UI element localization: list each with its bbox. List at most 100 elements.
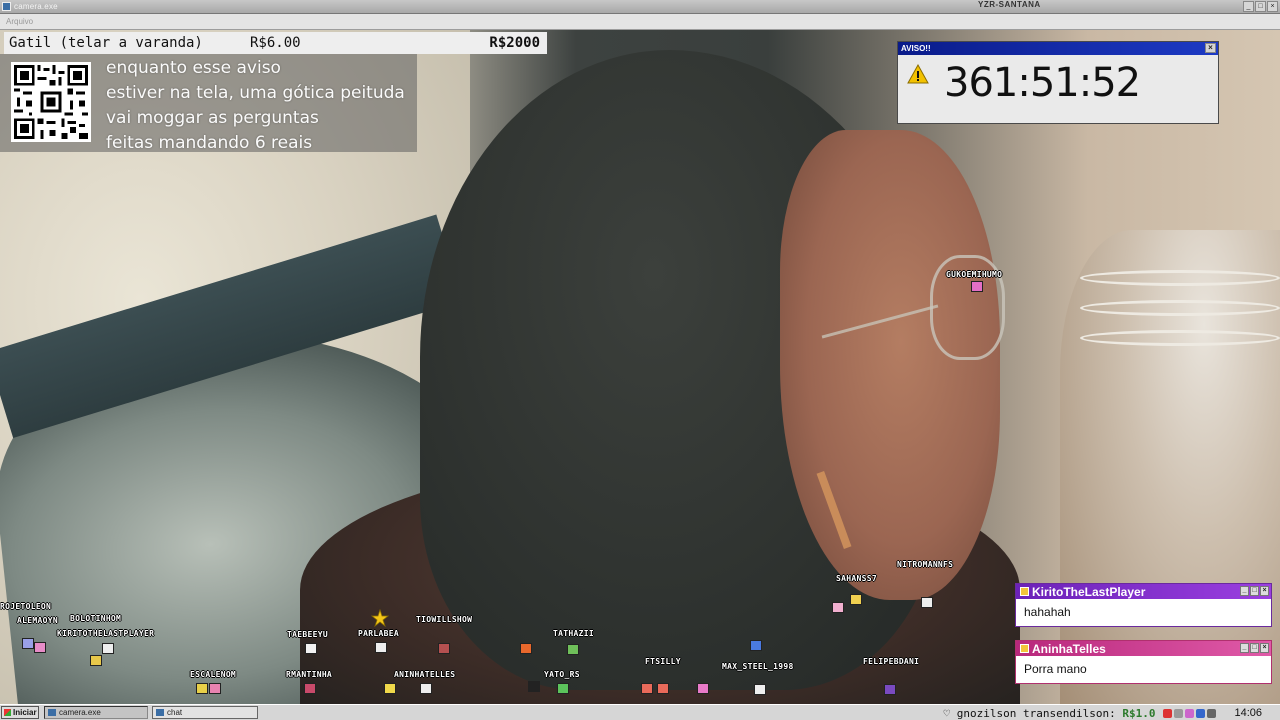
maximize-button[interactable]: □ — [1250, 586, 1259, 596]
avatar-name: FTSILLY — [645, 657, 681, 666]
avatar-sprite[interactable] — [832, 602, 844, 613]
avatar-name: PARLABEA — [358, 629, 399, 638]
window-icon — [156, 709, 164, 716]
close-button[interactable]: × — [1260, 643, 1269, 653]
minimize-button[interactable]: _ — [1240, 643, 1249, 653]
aviso-timer: 361:51:52 — [944, 60, 1141, 106]
avatar-sprite[interactable] — [657, 683, 669, 694]
avatar-sprite[interactable] — [102, 643, 114, 654]
minimize-button[interactable]: _ — [1243, 1, 1254, 12]
notice-text: enquanto esse aviso estiver na tela, uma… — [106, 56, 416, 156]
window-title: camera.exe — [14, 2, 58, 11]
avatar-name: BOLOTINHOM — [70, 614, 122, 623]
clock: 14:06 — [1234, 707, 1262, 719]
avatar-name: TIOWILLSHOW — [416, 615, 473, 624]
avatar-sprite[interactable] — [304, 683, 316, 694]
tray-icons — [1163, 708, 1217, 718]
avatar-sprite[interactable] — [420, 683, 432, 694]
volume-icon[interactable] — [1207, 708, 1217, 718]
avatar-sprite[interactable] — [528, 681, 540, 692]
window-controls: _ □ × — [1243, 1, 1278, 12]
aviso-titlebar[interactable]: AVISO!! × — [898, 42, 1218, 55]
avatar-sprite[interactable] — [384, 683, 396, 694]
avatar-sprite[interactable] — [34, 642, 46, 653]
person-face — [780, 130, 1000, 600]
avatar-name: FELIPEBDANI — [863, 657, 920, 666]
avatar-sprite[interactable] — [884, 684, 896, 695]
table-ring — [1080, 300, 1280, 316]
avatar-sprite[interactable] — [567, 644, 579, 655]
window-user: YZR-SANTANA — [978, 0, 1041, 9]
aviso-close-button[interactable]: × — [1205, 43, 1216, 53]
goal-name: Gatil (telar a varanda) — [9, 35, 203, 51]
chat-window-controls: _ □ × — [1240, 586, 1269, 596]
avatar-name: TATHAZII — [553, 629, 594, 638]
avatar-name: ANINHATELLES — [394, 670, 456, 679]
aviso-title: AVISO!! — [901, 44, 931, 53]
goal-current: R$6.00 — [250, 35, 301, 51]
avatar-sprite[interactable] — [921, 597, 933, 608]
avatar-sprite[interactable] — [520, 643, 532, 654]
user-badge-icon — [1020, 587, 1029, 596]
avatar-name: ESCALENOM — [190, 670, 237, 679]
maximize-button[interactable]: □ — [1250, 643, 1259, 653]
avatar-sprite[interactable] — [90, 655, 102, 666]
avatar-name: MAX_STEEL_1998 — [722, 662, 794, 671]
avatar-sprite[interactable] — [209, 683, 221, 694]
avatar-name: ALEMAOYN — [17, 616, 58, 625]
avatar-name: NITROMANNFS — [897, 560, 954, 569]
maximize-button[interactable]: □ — [1255, 1, 1266, 12]
avatar-name: YATO_RS — [544, 670, 580, 679]
menu-file[interactable]: Arquivo — [6, 17, 33, 26]
avatar-sprite[interactable] — [754, 684, 766, 695]
chat-text: Porra mano — [1024, 662, 1087, 676]
avatar-sprite[interactable] — [375, 642, 387, 653]
chat-message-header: KiritoTheLastPlayer _ □ × — [1016, 584, 1271, 599]
avatar-sprite[interactable] — [750, 640, 762, 651]
minimize-button[interactable]: _ — [1240, 586, 1249, 596]
qr-code-icon — [14, 65, 88, 139]
donation-user: ♡ gnozilson transendilson: — [943, 706, 1116, 720]
start-button[interactable]: Iniciar — [1, 706, 39, 719]
task-label: camera.exe — [59, 708, 101, 717]
table-ring — [1080, 270, 1280, 286]
avatar-sprite[interactable] — [22, 638, 34, 649]
chat-username: AninhaTelles — [1032, 641, 1106, 656]
task-camera[interactable]: camera.exe — [44, 706, 148, 719]
app-tray-icon[interactable] — [1185, 708, 1195, 718]
chat-username: KiritoTheLastPlayer — [1032, 584, 1146, 599]
notice-line: vai moggar as perguntas — [106, 108, 319, 128]
avatar-name: RMANTINHA — [286, 670, 333, 679]
shield-icon[interactable] — [1163, 708, 1173, 718]
avatar-sprite[interactable] — [196, 683, 208, 694]
table-ring — [1080, 330, 1280, 346]
notice-line: feitas mandando 6 reais — [106, 133, 313, 153]
avatar-sprite[interactable] — [697, 683, 709, 694]
close-button[interactable]: × — [1267, 1, 1278, 12]
qr-code — [11, 62, 91, 142]
close-button[interactable]: × — [1260, 586, 1269, 596]
network-icon[interactable] — [1196, 708, 1206, 718]
avatar-sprite[interactable] — [438, 643, 450, 654]
chat-message: AninhaTelles _ □ × Porra mano — [1015, 640, 1272, 684]
avatar-name: ROJETOLEON — [0, 602, 52, 611]
window-titlebar[interactable]: camera.exe YZR-SANTANA _ □ × — [0, 0, 1280, 14]
avatar-sprite[interactable] — [305, 643, 317, 654]
donation-ticker: ♡ gnozilson transendilson: R$1.0 — [944, 707, 1156, 720]
window-icon — [48, 709, 56, 716]
star-icon — [371, 609, 389, 627]
user-badge-icon — [1020, 644, 1029, 653]
settings-icon[interactable] — [1174, 708, 1184, 718]
avatar-name: TAEBEEYU — [287, 630, 328, 639]
start-label: Iniciar — [13, 708, 37, 717]
avatar-sprite[interactable] — [641, 683, 653, 694]
avatar-name: SAHANSS7 — [836, 574, 877, 583]
donation-amount: R$1.0 — [1122, 706, 1156, 720]
avatar-sprite[interactable] — [557, 683, 569, 694]
avatar-sprite[interactable] — [850, 594, 862, 605]
avatar-name: KIRITOTHELASTPLAYER — [57, 629, 155, 638]
goal-target: R$2000 — [489, 35, 540, 51]
chat-window-controls: _ □ × — [1240, 643, 1269, 653]
avatar-sprite[interactable] — [971, 281, 983, 292]
task-chat[interactable]: chat — [152, 706, 258, 719]
